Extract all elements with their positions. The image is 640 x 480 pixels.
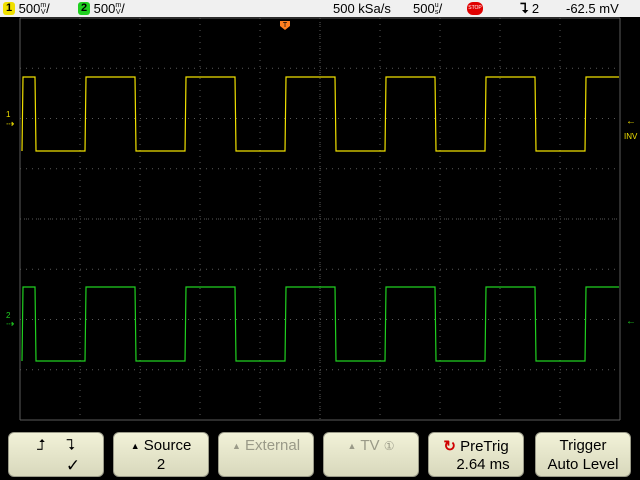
softkey-source[interactable]: ▲ Source 2 (113, 432, 209, 477)
softkey-pretrig-value: 2.64 ms (456, 456, 510, 473)
ch2-badge: 2 (78, 2, 90, 16)
rising-edge-icon: ⮥ (36, 437, 46, 454)
ch1-badge: 1 (3, 2, 15, 16)
trigger-source: 2 (531, 1, 540, 16)
falling-edge-icon: ⮧ (66, 437, 76, 454)
sample-rate: 500 kSa/s (333, 1, 391, 16)
run-stop-indicator: STOP (467, 0, 483, 17)
softkey-source-label: Source (143, 437, 192, 454)
status-bar: 1 500m V/ 2 500m V/ 500 kSa/s 500u s/ STOP … (0, 0, 640, 17)
slope-icons: ⮥ ⮧ (9, 437, 103, 454)
softkey-source-value: 2 (156, 456, 166, 473)
softkey-pretrig-label: PreTrig (460, 438, 509, 455)
ch2-ground-arrow-icon: ⇢ (6, 319, 14, 330)
softkey-trigger-value: Auto Level (547, 456, 619, 473)
menu-up-icon: ▲ (347, 441, 357, 452)
graticule (19, 17, 621, 421)
softkey-tv[interactable]: ▲ TV ① (323, 432, 419, 477)
rotate-knob-icon: ↻ (443, 438, 456, 455)
ch1-ground-marker[interactable]: 1 (6, 110, 11, 119)
softkey-trigger-slope[interactable]: ⮥ ⮧ ✓ (8, 432, 104, 477)
ch1-scale[interactable]: 1 500m V/ (3, 0, 50, 17)
softkey-external[interactable]: ▲ External (218, 432, 314, 477)
ch1-invert-label: INV (624, 132, 638, 141)
ch1-scale-unit: mV (40, 2, 47, 16)
ch2-scale-unit: mV (115, 2, 122, 16)
ch1-trigger-level-arrow-icon: ← (626, 116, 636, 127)
softkey-tv-label: TV (360, 437, 380, 454)
timebase[interactable]: 500u s/ (413, 0, 442, 17)
softkey-bar: ⮥ ⮧ ✓ ▲ Source 2 ▲ External ▲ TV ① ↻ Pre… (0, 424, 640, 480)
softkey-trigger-label: Trigger (559, 437, 607, 454)
softkey-trigger-level[interactable]: Trigger Auto Level (535, 432, 631, 477)
info-circle-icon: ① (383, 439, 395, 453)
softkey-external-label: External (245, 437, 301, 454)
checkmark-icon: ✓ (65, 456, 81, 475)
ch2-scale[interactable]: 2 500m V/ (78, 0, 125, 17)
ch2-trigger-level-arrow-icon: ← (626, 316, 636, 327)
menu-up-icon: ▲ (130, 441, 140, 452)
ch1-ground-arrow-icon: ⇢ (6, 119, 14, 130)
trigger-info[interactable]: ⮧ 2 (520, 0, 539, 17)
falling-edge-icon: ⮧ (520, 0, 529, 16)
stop-icon: STOP (467, 2, 483, 16)
waveform-display[interactable]: T 1 ⇢ 2 ⇢ ← INV ← (0, 17, 640, 424)
trigger-marker-label: T (283, 22, 288, 29)
timebase-unit: us (434, 2, 439, 16)
ch2-scale-value: 500 (93, 1, 116, 16)
ch1-scale-value: 500 (18, 1, 41, 16)
trigger-level: -62.5 mV (566, 1, 619, 16)
softkey-pretrig[interactable]: ↻ PreTrig 2.64 ms (428, 432, 524, 477)
menu-up-icon: ▲ (231, 441, 241, 452)
